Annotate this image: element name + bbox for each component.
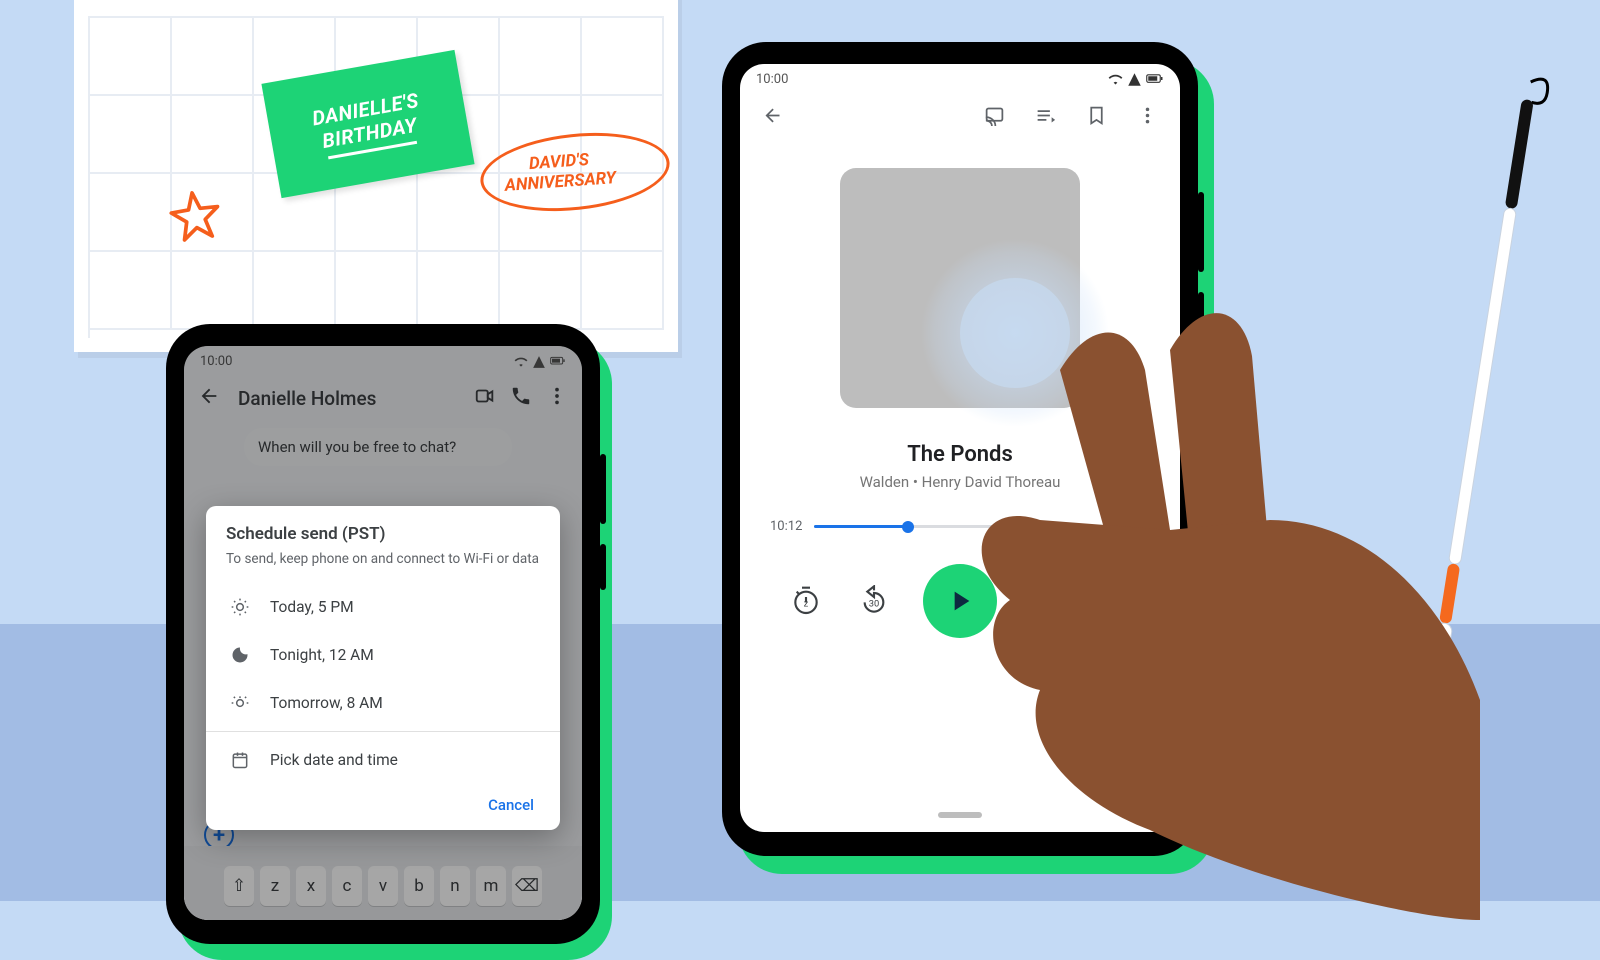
incoming-message: When will you be free to chat? — [244, 428, 512, 466]
back-icon[interactable] — [762, 105, 783, 130]
status-icons — [514, 355, 566, 369]
phone-right-screen: 10:00 The Ponds Walden • Henry David Tho… — [740, 64, 1180, 832]
playlist-icon[interactable] — [1035, 105, 1056, 130]
videocall-icon[interactable] — [474, 385, 496, 412]
status-time: 10:00 — [200, 354, 232, 369]
more-icon[interactable] — [1137, 105, 1158, 130]
elapsed-time: 10:12 — [770, 519, 802, 534]
call-icon[interactable] — [510, 385, 532, 412]
cancel-button[interactable]: Cancel — [226, 784, 540, 820]
sheet-title: Schedule send (PST) — [226, 524, 540, 544]
svg-text:30: 30 — [869, 598, 880, 609]
keyboard[interactable]: ⇧ z x c v b n m ⌫ — [184, 846, 582, 920]
calendar-icon — [230, 750, 250, 770]
more-icon[interactable] — [546, 385, 568, 412]
seek-bar[interactable] — [814, 525, 1150, 528]
wall-calendar: DANIELLE'S BIRTHDAY DAVID'S ANNIVERSARY — [74, 0, 678, 352]
sun-icon — [230, 597, 250, 617]
svg-text:30: 30 — [1041, 598, 1052, 609]
player-controls: z 30 30 — [740, 564, 1180, 638]
bookmark-icon[interactable] — [1086, 105, 1107, 130]
sleep-timer-button[interactable]: z — [787, 582, 825, 620]
moon-icon — [230, 645, 250, 665]
phone-right: 10:00 The Ponds Walden • Henry David Tho… — [722, 42, 1198, 856]
svg-text:z: z — [804, 598, 809, 609]
option-today[interactable]: Today, 5 PM — [226, 583, 540, 631]
sheet-subtitle: To send, keep phone on and connect to Wi… — [226, 550, 540, 569]
phone-left-screen: 10:00 Danielle Holmes When will you be f… — [184, 346, 582, 920]
progress-row: 10:12 — [740, 491, 1180, 534]
star-doodle — [163, 177, 230, 266]
chat-title[interactable]: Danielle Holmes — [238, 387, 460, 410]
sunrise-icon — [230, 693, 250, 713]
phone-left: 10:00 Danielle Holmes When will you be f… — [166, 324, 600, 944]
cast-icon[interactable] — [984, 105, 1005, 130]
rewind-30-button[interactable]: 30 — [855, 582, 893, 620]
schedule-send-sheet: Schedule send (PST) To send, keep phone … — [206, 506, 560, 830]
option-tonight[interactable]: Tonight, 12 AM — [226, 631, 540, 679]
touch-ripple — [920, 238, 1110, 428]
option-pick-date[interactable]: Pick date and time — [226, 736, 540, 784]
player-header — [740, 95, 1180, 140]
nav-pill[interactable] — [938, 812, 982, 818]
track-subtitle: Walden • Henry David Thoreau — [740, 473, 1180, 491]
chat-header: Danielle Holmes — [184, 377, 582, 420]
back-icon[interactable] — [198, 385, 220, 412]
option-tomorrow[interactable]: Tomorrow, 8 AM — [226, 679, 540, 727]
play-button[interactable] — [923, 564, 997, 638]
track-title: The Ponds — [740, 442, 1180, 467]
forward-30-button[interactable]: 30 — [1027, 582, 1065, 620]
status-bar: 10:00 — [740, 64, 1180, 95]
status-icons — [1108, 72, 1164, 87]
status-bar: 10:00 — [184, 346, 582, 377]
anniversary-label: DAVID'S ANNIVERSARY — [503, 148, 617, 196]
album-art — [840, 168, 1080, 408]
status-time: 10:00 — [756, 72, 788, 87]
